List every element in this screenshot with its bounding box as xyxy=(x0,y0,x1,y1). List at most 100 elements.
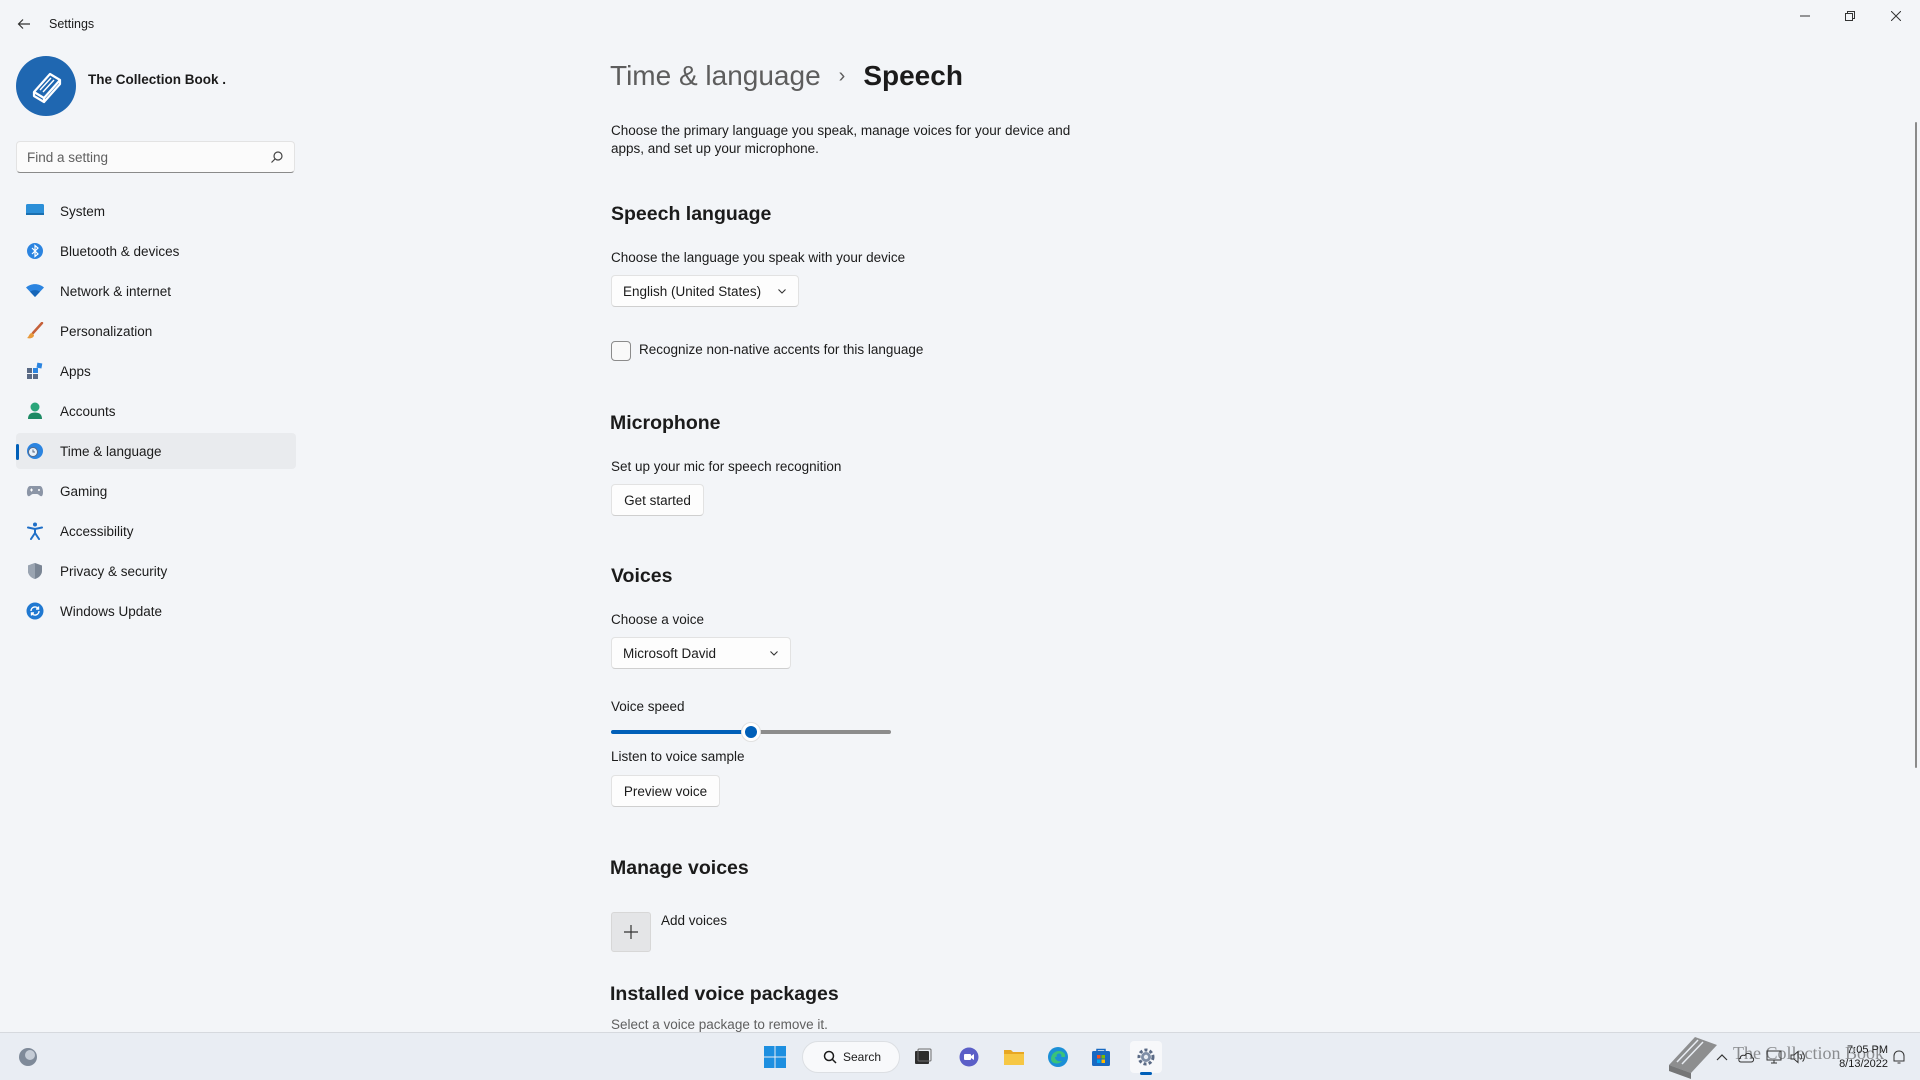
sidebar-item-label: Network & internet xyxy=(60,283,172,299)
voice-speed-slider-thumb[interactable] xyxy=(741,722,761,742)
breadcrumb-parent[interactable]: Time & language xyxy=(610,60,821,92)
profile-name[interactable]: The Collection Book . xyxy=(88,72,226,87)
sidebar-item-label: Gaming xyxy=(60,483,108,499)
notifications-button[interactable] xyxy=(1889,1047,1909,1067)
sidebar-item-windows-update[interactable]: Windows Update xyxy=(16,593,296,629)
microphone-label: Set up your mic for speech recognition xyxy=(611,459,842,474)
sidebar-nav: System Bluetooth & devices Network & int… xyxy=(16,193,296,633)
preview-voice-button[interactable]: Preview voice xyxy=(611,775,720,807)
gear-icon xyxy=(1137,1048,1155,1066)
sidebar-item-label: Personalization xyxy=(60,323,153,339)
taskbar-search-label: Search xyxy=(843,1050,882,1064)
sidebar-item-label: Bluetooth & devices xyxy=(60,243,180,259)
brush-icon xyxy=(26,322,44,340)
folder-icon xyxy=(1004,1050,1024,1065)
speech-language-label: Choose the language you speak with your … xyxy=(611,250,906,265)
taskbar-search-button[interactable]: Search xyxy=(802,1041,900,1073)
search-box[interactable] xyxy=(16,141,295,173)
person-icon xyxy=(26,402,44,420)
task-view-button[interactable] xyxy=(907,1041,939,1073)
file-explorer-button[interactable] xyxy=(998,1041,1030,1073)
sidebar-item-personalization[interactable]: Personalization xyxy=(16,313,296,349)
breadcrumb-separator: › xyxy=(838,64,846,87)
task-view-icon xyxy=(915,1048,932,1064)
watermark-text: The Collection Book xyxy=(1733,1043,1884,1063)
chevron-down-icon xyxy=(770,651,778,656)
sidebar-item-label: Accounts xyxy=(60,403,116,419)
sidebar-item-privacy[interactable]: Privacy & security xyxy=(16,553,296,589)
edge-button[interactable] xyxy=(1042,1041,1074,1073)
restore-button[interactable] xyxy=(1827,4,1873,28)
chat-button[interactable] xyxy=(953,1041,985,1073)
voice-speed-track-filled[interactable] xyxy=(611,730,751,734)
chat-icon xyxy=(959,1047,979,1067)
speech-language-heading: Speech language xyxy=(611,203,772,225)
system-icon xyxy=(26,202,44,220)
search-input[interactable] xyxy=(17,142,257,172)
minimize-icon xyxy=(1800,15,1810,17)
sidebar-item-label: Apps xyxy=(60,363,91,379)
get-started-button[interactable]: Get started xyxy=(611,484,704,516)
sidebar-item-label: System xyxy=(60,203,106,219)
globe-clock-icon xyxy=(26,442,44,460)
voice-speed-track[interactable] xyxy=(751,730,891,734)
sidebar-item-label: Time & language xyxy=(60,443,162,459)
non-native-accents-checkbox[interactable] xyxy=(611,341,631,361)
start-button[interactable] xyxy=(759,1041,791,1073)
shield-icon xyxy=(26,562,44,580)
voices-heading: Voices xyxy=(611,565,673,587)
weather-icon xyxy=(19,1048,37,1066)
sidebar-item-label: Accessibility xyxy=(60,523,134,539)
apps-icon xyxy=(26,362,44,380)
gamepad-icon xyxy=(26,482,44,500)
back-arrow-icon xyxy=(17,19,30,29)
sidebar-item-label: Privacy & security xyxy=(60,563,168,579)
sidebar-item-network[interactable]: Network & internet xyxy=(16,273,296,309)
back-button[interactable] xyxy=(12,12,36,36)
store-button[interactable] xyxy=(1085,1041,1117,1073)
sidebar-item-accounts[interactable]: Accounts xyxy=(16,393,296,429)
app-title: Settings xyxy=(49,17,95,31)
sidebar-item-label: Windows Update xyxy=(60,603,163,619)
choose-voice-label: Choose a voice xyxy=(611,612,705,627)
installed-voices-heading: Installed voice packages xyxy=(610,983,839,1005)
plus-icon xyxy=(624,925,638,939)
microphone-heading: Microphone xyxy=(610,412,721,434)
accessibility-icon xyxy=(26,522,44,540)
non-native-accents-label: Recognize non-native accents for this la… xyxy=(639,342,924,357)
widgets-button[interactable] xyxy=(12,1041,44,1073)
bluetooth-icon xyxy=(26,242,44,260)
chevron-up-icon xyxy=(1716,1054,1728,1061)
windows-start-icon xyxy=(764,1046,786,1068)
voice-dropdown[interactable]: Microsoft David xyxy=(611,637,791,669)
voice-speed-label: Voice speed xyxy=(611,699,685,714)
sidebar-item-system[interactable]: System xyxy=(16,193,296,229)
voice-sample-label: Listen to voice sample xyxy=(611,749,745,764)
sidebar-item-bluetooth[interactable]: Bluetooth & devices xyxy=(16,233,296,269)
sidebar-item-accessibility[interactable]: Accessibility xyxy=(16,513,296,549)
restore-icon xyxy=(1845,11,1855,21)
sidebar-item-gaming[interactable]: Gaming xyxy=(16,473,296,509)
title-bar: Settings xyxy=(0,0,1920,48)
store-icon xyxy=(1092,1048,1110,1066)
chevron-down-icon xyxy=(778,289,786,294)
scrollbar[interactable] xyxy=(1915,122,1917,768)
add-voices-label[interactable]: Add voices xyxy=(661,913,727,928)
installed-voices-label: Select a voice package to remove it. xyxy=(611,1017,828,1032)
settings-taskbar-button[interactable] xyxy=(1130,1041,1162,1075)
show-hidden-icons-button[interactable] xyxy=(1712,1047,1732,1067)
update-icon xyxy=(26,602,44,620)
minimize-button[interactable] xyxy=(1782,4,1828,28)
notification-bell-icon xyxy=(1893,1050,1905,1064)
close-button[interactable] xyxy=(1873,4,1919,28)
voice-value: Microsoft David xyxy=(623,645,717,661)
speech-language-dropdown[interactable]: English (United States) xyxy=(611,275,799,307)
search-icon xyxy=(271,151,283,163)
sidebar-item-apps[interactable]: Apps xyxy=(16,353,296,389)
avatar[interactable] xyxy=(16,56,76,116)
breadcrumb: Time & language › Speech xyxy=(610,56,963,96)
close-icon xyxy=(1891,11,1901,21)
add-voices-button[interactable] xyxy=(611,912,651,952)
manage-voices-heading: Manage voices xyxy=(610,857,749,879)
sidebar-item-time-language[interactable]: Time & language xyxy=(16,433,296,469)
